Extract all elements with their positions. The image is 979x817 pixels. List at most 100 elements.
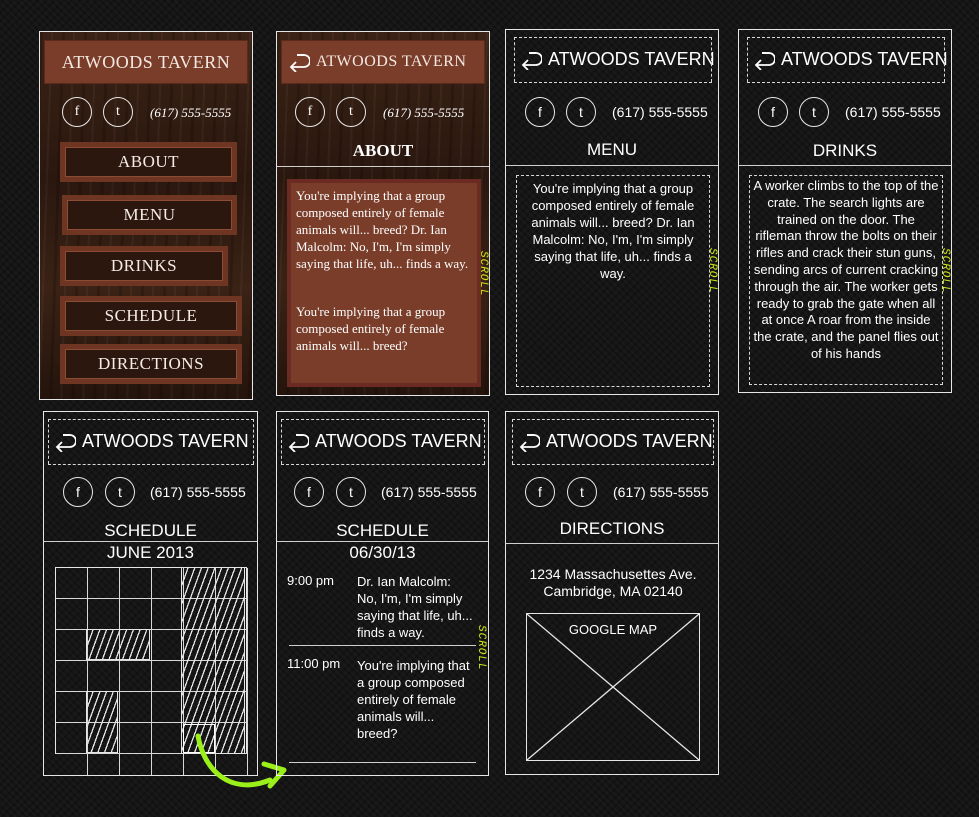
- brand-title: ATWOODS TAVERN: [548, 49, 715, 69]
- facebook-icon[interactable]: f: [758, 97, 788, 127]
- phone-link[interactable]: (617) 555-5555: [845, 104, 941, 120]
- event-description[interactable]: You're implying that a group composed en…: [357, 657, 473, 742]
- page-title: DIRECTIONS: [559, 519, 665, 538]
- title-divider: [44, 541, 257, 542]
- brand-title: ATWOODS TAVERN: [781, 49, 948, 69]
- screen-about: ATWOODS TAVERN f t (617) 555-5555 ABOUT …: [276, 31, 490, 396]
- nav-about-button[interactable]: ABOUT: [60, 142, 237, 182]
- nav-drinks-label: DRINKS: [110, 256, 178, 275]
- back-arrow-icon[interactable]: [753, 50, 775, 70]
- screen-menu: ATWOODS TAVERN f t (617) 555-5555 MENU Y…: [505, 29, 719, 395]
- page-title: SCHEDULE: [104, 521, 197, 540]
- brand-header: ATWOODS TAVERN: [48, 419, 254, 465]
- twitter-letter: t: [349, 484, 353, 500]
- brand-title: ATWOODS TAVERN: [315, 431, 482, 451]
- nav-about-label: ABOUT: [117, 152, 180, 171]
- facebook-icon[interactable]: f: [295, 97, 325, 127]
- back-arrow-icon[interactable]: [288, 52, 310, 72]
- nav-schedule-button[interactable]: SCHEDULE: [60, 296, 242, 336]
- nav-drinks-button[interactable]: DRINKS: [60, 246, 228, 286]
- twitter-letter: t: [580, 484, 584, 500]
- screen-directions: ATWOODS TAVERN f t (617) 555-5555 DIRECT…: [505, 411, 719, 775]
- calendar-event-block[interactable]: [86, 691, 118, 753]
- brand-header: ATWOODS TAVERN: [514, 37, 715, 83]
- back-arrow-icon[interactable]: [54, 432, 76, 452]
- nav-directions-label: DIRECTIONS: [97, 354, 205, 373]
- google-map[interactable]: GOOGLE MAP: [526, 613, 700, 761]
- brand-title: ATWOODS TAVERN: [316, 53, 467, 70]
- twitter-letter: t: [116, 104, 120, 119]
- facebook-icon[interactable]: f: [62, 97, 92, 127]
- facebook-icon[interactable]: f: [525, 477, 555, 507]
- event-divider: [289, 762, 476, 763]
- screen-home: ATWOODS TAVERN f t (617) 555-5555 ABOUT …: [39, 31, 253, 400]
- phone-link[interactable]: (617) 555-5555: [150, 484, 246, 500]
- facebook-letter: f: [307, 104, 313, 119]
- scroll-indicator[interactable]: SCROLL: [706, 248, 718, 294]
- page-title: MENU: [586, 140, 638, 159]
- brand-header: ATWOODS TAVERN: [44, 40, 248, 84]
- facebook-icon[interactable]: f: [63, 477, 93, 507]
- brand-header: ATWOODS TAVERN: [747, 37, 948, 83]
- back-arrow-icon[interactable]: [287, 432, 309, 452]
- drinks-text: A worker climbs to the top of the crate.…: [753, 178, 939, 361]
- twitter-icon[interactable]: t: [105, 477, 135, 507]
- event-time: 11:00 pm: [287, 656, 341, 671]
- brand-header: ATWOODS TAVERN: [281, 40, 485, 84]
- phone-link[interactable]: (617) 555-5555: [381, 484, 477, 500]
- back-arrow-icon[interactable]: [520, 50, 542, 70]
- twitter-icon[interactable]: t: [566, 97, 596, 127]
- screen-schedule-day: ATWOODS TAVERN f t (617) 555-5555 SCHEDU…: [276, 411, 489, 776]
- twitter-icon[interactable]: t: [567, 477, 597, 507]
- title-divider: [277, 166, 489, 167]
- twitter-icon[interactable]: t: [799, 97, 829, 127]
- title-divider: [277, 541, 488, 542]
- facebook-letter: f: [74, 104, 80, 119]
- address-line-2: Cambridge, MA 02140: [543, 583, 683, 599]
- title-divider: [506, 543, 718, 544]
- back-arrow-icon[interactable]: [518, 432, 540, 452]
- twitter-letter: t: [812, 104, 816, 120]
- menu-text: You're implying that a group composed en…: [531, 181, 695, 281]
- scroll-indicator[interactable]: SCROLL: [475, 625, 487, 671]
- screen-schedule-month: ATWOODS TAVERN f t (617) 555-5555 SCHEDU…: [43, 411, 258, 776]
- twitter-letter: t: [349, 104, 353, 119]
- event-description[interactable]: Dr. Ian Malcolm: No, I'm, I'm simply say…: [357, 573, 473, 641]
- address-line-1: 1234 Massachusettes Ave.: [529, 566, 697, 582]
- facebook-letter: f: [307, 484, 311, 500]
- event-divider: [289, 645, 476, 646]
- facebook-letter: f: [538, 104, 542, 120]
- brand-header: ATWOODS TAVERN: [512, 419, 714, 465]
- phone-link[interactable]: (617) 555-5555: [613, 484, 709, 500]
- brand-title: ATWOODS TAVERN: [61, 51, 231, 72]
- about-paragraph-1: You're implying that a group composed en…: [296, 188, 469, 271]
- brand-title: ATWOODS TAVERN: [546, 431, 713, 451]
- nav-menu-label: MENU: [123, 205, 176, 224]
- twitter-icon[interactable]: t: [103, 97, 133, 127]
- about-content-box: You're implying that a group composed en…: [287, 179, 481, 387]
- scroll-indicator[interactable]: SCROLL: [477, 251, 489, 297]
- phone-link[interactable]: (617) 555-5555: [612, 104, 708, 120]
- twitter-icon[interactable]: t: [336, 97, 366, 127]
- facebook-letter: f: [76, 484, 80, 500]
- phone-link[interactable]: (617) 555-5555: [383, 105, 464, 121]
- phone-link[interactable]: (617) 555-5555: [150, 105, 231, 121]
- twitter-letter: t: [579, 104, 583, 120]
- page-title: SCHEDULE: [336, 521, 429, 540]
- twitter-icon[interactable]: t: [336, 477, 366, 507]
- facebook-letter: f: [771, 104, 775, 120]
- facebook-icon[interactable]: f: [525, 97, 555, 127]
- facebook-icon[interactable]: f: [294, 477, 324, 507]
- brand-header: ATWOODS TAVERN: [281, 419, 485, 465]
- nav-directions-button[interactable]: DIRECTIONS: [60, 344, 242, 384]
- facebook-letter: f: [538, 484, 542, 500]
- nav-menu-button[interactable]: MENU: [62, 195, 237, 235]
- about-paragraph-2: You're implying that a group composed en…: [296, 304, 446, 353]
- twitter-letter: t: [118, 484, 122, 500]
- page-title: ABOUT: [352, 141, 414, 160]
- scroll-indicator[interactable]: SCROLL: [939, 248, 951, 294]
- screen-drinks: ATWOODS TAVERN f t (617) 555-5555 DRINKS…: [738, 29, 952, 393]
- brand-title: ATWOODS TAVERN: [82, 431, 249, 451]
- calendar-event-block[interactable]: [86, 629, 150, 660]
- page-title: DRINKS: [812, 141, 878, 160]
